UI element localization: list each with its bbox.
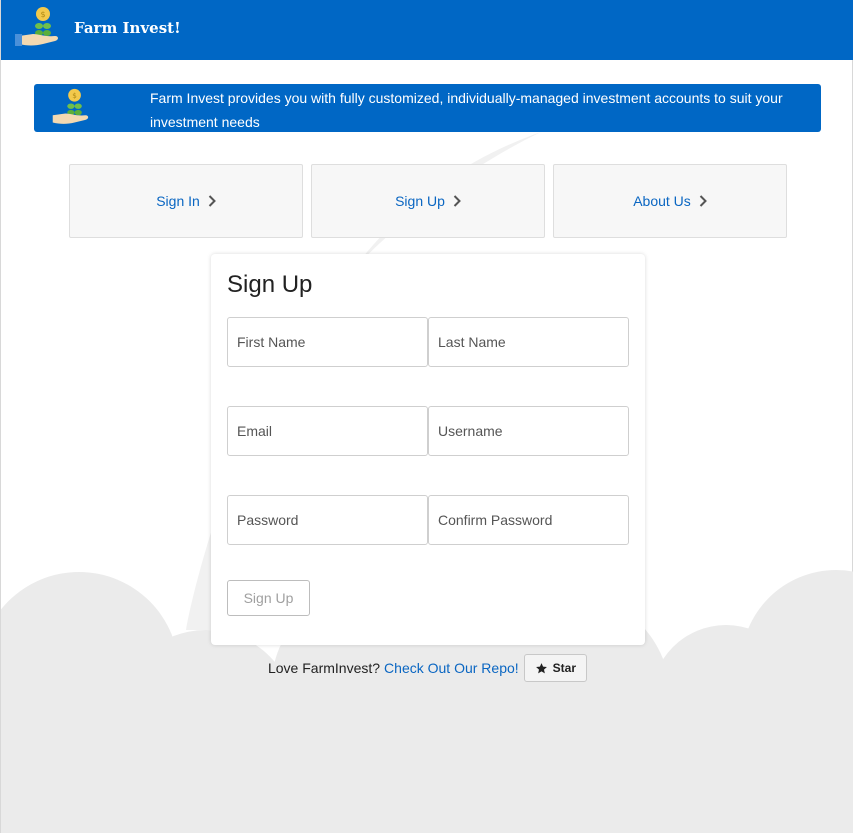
signup-form: Sign Up Sign Up	[211, 254, 645, 645]
nav-card-sign-up[interactable]: Sign Up	[311, 164, 545, 238]
nav-card-about-us[interactable]: About Us	[553, 164, 787, 238]
money-hand-icon: $	[52, 88, 89, 124]
star-button[interactable]: Star	[523, 654, 588, 682]
repo-link[interactable]: Check Out Our Repo!	[384, 660, 519, 676]
nav-card-label: Sign In	[156, 193, 200, 209]
confirm-password-field[interactable]	[428, 495, 629, 545]
nav-card-sign-in[interactable]: Sign In	[69, 164, 303, 238]
intro-banner: $ Farm Invest provides you with fully cu…	[34, 84, 821, 132]
app-title[interactable]: Farm Invest!	[74, 19, 181, 37]
nav-card-label: About Us	[633, 193, 691, 209]
chevron-right-icon	[699, 195, 707, 207]
chevron-right-icon	[453, 195, 461, 207]
svg-text:$: $	[40, 10, 45, 19]
top-navbar: $ Farm Invest!	[1, 0, 853, 60]
username-field[interactable]	[428, 406, 629, 456]
password-field[interactable]	[227, 495, 428, 545]
money-hand-icon[interactable]: $	[15, 6, 61, 50]
svg-text:$: $	[72, 91, 77, 100]
footer-text: Love FarmInvest?	[267, 660, 381, 676]
banner-text: Farm Invest provides you with fully cust…	[150, 90, 783, 130]
form-heading: Sign Up	[227, 271, 313, 298]
nav-card-label: Sign Up	[395, 193, 445, 209]
star-label: Star	[552, 661, 577, 675]
repo-footer: Love FarmInvest? Check Out Our Repo! Sta…	[1, 654, 853, 682]
last-name-field[interactable]	[428, 317, 629, 367]
first-name-field[interactable]	[227, 317, 428, 367]
email-field[interactable]	[227, 406, 428, 456]
sign-up-button[interactable]: Sign Up	[227, 580, 310, 616]
chevron-right-icon	[208, 195, 216, 207]
star-icon	[535, 662, 547, 673]
